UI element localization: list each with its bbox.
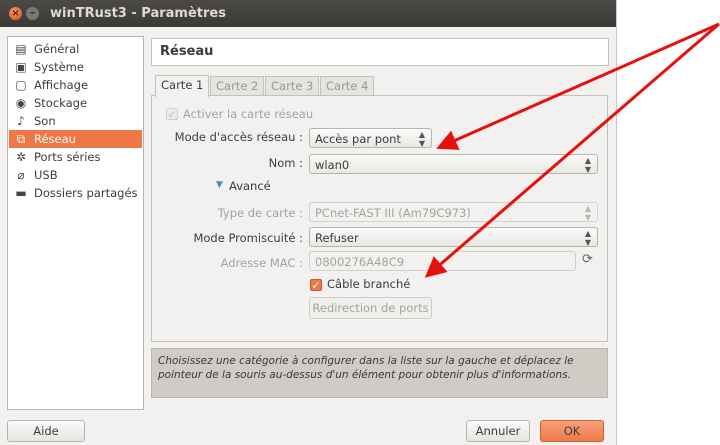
page-title: Réseau (160, 44, 214, 59)
sidebar-item-shared-folders[interactable]: ▬ Dossiers partagés (9, 184, 142, 202)
sidebar-item-sound[interactable]: ♪ Son (9, 112, 142, 130)
sound-icon: ♪ (17, 114, 25, 128)
promiscuous-label: Mode Promiscuité : (193, 231, 303, 245)
sidebar-item-display[interactable]: ▢ Affichage (9, 76, 142, 94)
general-icon: ▤ (15, 42, 27, 56)
attached-to-select[interactable]: Accès par pont ▲ ▼ (309, 128, 432, 148)
combo-arrows-icon: ▲ ▼ (584, 204, 591, 222)
promiscuous-value: Refuser (315, 231, 359, 245)
adapter-type-label: Type de carte : (217, 206, 303, 220)
sidebar-item-label: Stockage (34, 96, 88, 110)
combo-arrows-icon: ▲ ▼ (584, 156, 591, 174)
cancel-button[interactable]: Annuler (466, 420, 530, 442)
category-list[interactable]: ▤ Général ▣ Système ▢ Affichage ◉ Stocka… (7, 36, 144, 410)
info-panel: Choisissez une catégorie à configurer da… (151, 348, 608, 398)
tab-carte-3[interactable]: Carte 3 (265, 76, 320, 96)
mac-address-field[interactable]: 0800276A48C9 (309, 251, 576, 271)
title-bar[interactable]: × – winTRust3 - Paramètres (0, 0, 616, 27)
attached-to-label: Mode d'accès réseau : (174, 130, 303, 144)
sidebar-item-label: Système (34, 60, 84, 74)
tab-carte-2[interactable]: Carte 2 (210, 76, 265, 96)
tab-carte-4[interactable]: Carte 4 (320, 76, 375, 96)
sidebar-item-label: USB (34, 168, 58, 182)
settings-window: × – winTRust3 - Paramètres ▤ Général ▣ S… (0, 0, 617, 445)
sidebar-item-label: Dossiers partagés (34, 186, 138, 200)
adapter-type-value: PCnet-FAST III (Am79C973) (315, 206, 471, 220)
cable-connected-checkbox[interactable]: ✓ (310, 279, 322, 292)
mac-address-label: Adresse MAC : (220, 256, 303, 270)
sidebar-item-label: Général (34, 42, 80, 56)
adapter-type-select[interactable]: PCnet-FAST III (Am79C973) ▲ ▼ (309, 202, 598, 222)
sidebar-item-system[interactable]: ▣ Système (9, 58, 142, 76)
combo-arrows-icon: ▲ ▼ (584, 229, 591, 247)
serial-ports-icon: ✲ (15, 150, 27, 164)
close-icon[interactable]: × (9, 7, 22, 20)
section-header: Réseau (151, 38, 609, 66)
enable-adapter-label: Activer la carte réseau (183, 107, 314, 121)
port-forwarding-button[interactable]: Redirection de ports (309, 297, 432, 319)
window-title: winTRust3 - Paramètres (50, 6, 226, 21)
name-value: wlan0 (315, 158, 350, 172)
promiscuous-select[interactable]: Refuser ▲ ▼ (309, 227, 598, 247)
display-icon: ▢ (15, 78, 27, 92)
tab-carte-1[interactable]: Carte 1 (155, 75, 210, 97)
sidebar-item-usb[interactable]: ⌀ USB (9, 166, 142, 184)
network-icon: ⧉ (16, 132, 26, 146)
usb-icon: ⌀ (17, 168, 25, 182)
ok-button[interactable]: OK (540, 420, 604, 442)
help-button[interactable]: Aide (7, 420, 85, 442)
sidebar-item-label: Affichage (34, 78, 89, 92)
name-select[interactable]: wlan0 ▲ ▼ (309, 154, 598, 174)
storage-icon: ◉ (15, 96, 27, 110)
shared-folders-icon: ▬ (15, 186, 27, 200)
sidebar-item-label: Son (34, 114, 56, 128)
name-label: Nom : (268, 156, 303, 170)
sidebar-item-storage[interactable]: ◉ Stockage (9, 94, 142, 112)
combo-arrows-icon: ▲ ▼ (418, 130, 425, 148)
sidebar-item-label: Réseau (34, 132, 76, 146)
attached-to-value: Accès par pont (315, 132, 401, 146)
advanced-expander-label[interactable]: Avancé (229, 179, 271, 193)
sidebar-item-serial-ports[interactable]: ✲ Ports séries (9, 148, 142, 166)
refresh-mac-icon[interactable]: ⟳ (582, 252, 593, 267)
sidebar-item-general[interactable]: ▤ Général (9, 40, 142, 58)
info-text: Choisissez une catégorie à configurer da… (158, 355, 574, 381)
system-icon: ▣ (15, 60, 27, 74)
sidebar-item-label: Ports séries (34, 150, 101, 164)
cable-connected-label: Câble branché (327, 277, 411, 291)
expander-icon[interactable]: ▼ (216, 180, 223, 190)
sidebar-item-network[interactable]: ⧉ Réseau (9, 130, 142, 148)
enable-adapter-checkbox[interactable]: ✓ (166, 108, 178, 121)
minimize-icon[interactable]: – (26, 7, 39, 20)
